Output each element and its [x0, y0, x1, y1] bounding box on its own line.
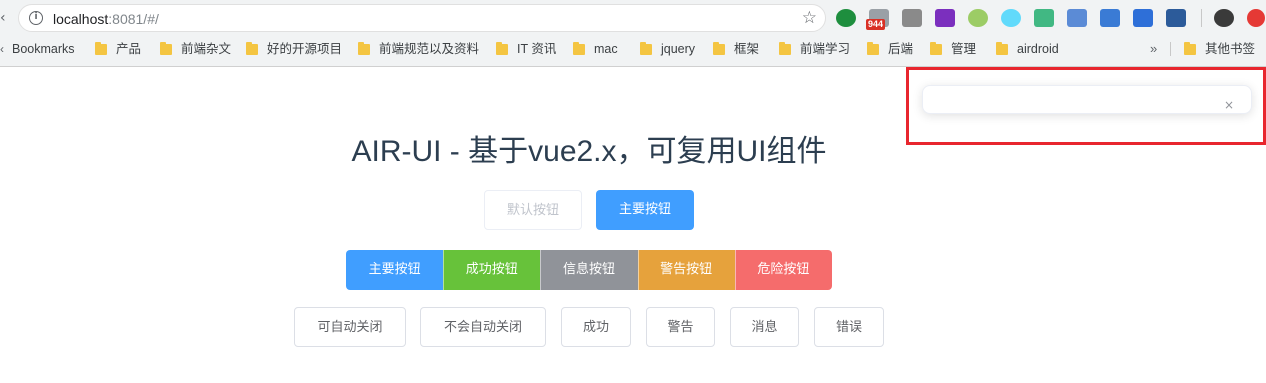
- group-divider: [734, 250, 736, 290]
- screen: ‹ i localhost:8081/#/ ☆ 944 ‹ Bookmarks 产品…: [0, 0, 1266, 383]
- bookmark-other[interactable]: 其他书签: [1184, 41, 1255, 57]
- primary-group-button[interactable]: 主要按钮: [346, 250, 444, 290]
- bookmark-label: 前端规范以及资料: [379, 42, 480, 56]
- folder-icon: [640, 41, 652, 55]
- back-arrow-icon[interactable]: ‹: [0, 9, 8, 27]
- folder-icon: [573, 41, 585, 55]
- extension-react-icon[interactable]: [1001, 9, 1021, 27]
- extensions-bar: 944: [836, 6, 1266, 30]
- bookmark-label: airdroid: [1017, 42, 1059, 56]
- close-icon[interactable]: ×: [1223, 99, 1235, 111]
- extension-abp-icon[interactable]: [902, 9, 922, 27]
- bookmark-item[interactable]: 框架: [713, 41, 759, 57]
- bookmark-label: 产品: [116, 42, 142, 56]
- bookmark-label: 框架: [734, 42, 760, 56]
- extension-vue-icon[interactable]: [1034, 9, 1054, 27]
- bookmark-label: 前端杂文: [181, 42, 232, 56]
- bookmark-label: 管理: [951, 42, 977, 56]
- bookmark-label: 好的开源项目: [267, 42, 343, 56]
- extension-image-icon[interactable]: [1067, 9, 1087, 27]
- extension-rp-icon[interactable]: [935, 9, 955, 27]
- url-text[interactable]: localhost:8081/#/: [53, 10, 159, 28]
- bookmark-item[interactable]: 产品: [95, 41, 141, 57]
- bookmark-item[interactable]: 前端学习: [779, 41, 850, 57]
- extension-green-circle-icon[interactable]: [968, 9, 988, 27]
- bookmark-item[interactable]: airdroid: [996, 41, 1059, 57]
- bookmark-star-icon[interactable]: ☆: [802, 8, 817, 28]
- url-path: :8081/#/: [108, 11, 159, 27]
- default-button[interactable]: 默认按钮: [484, 190, 582, 230]
- group-divider: [540, 250, 542, 290]
- more-bookmarks-icon[interactable]: »: [1150, 41, 1157, 57]
- apps-icon: ‹: [0, 42, 4, 56]
- folder-icon: [95, 41, 107, 55]
- danger-group-button[interactable]: 危险按钮: [734, 250, 832, 290]
- update-available-icon[interactable]: [1247, 9, 1265, 27]
- folder-icon: [496, 41, 508, 55]
- group-divider: [637, 250, 639, 290]
- profile-avatar-icon[interactable]: [1214, 9, 1234, 27]
- folder-icon: [996, 41, 1008, 55]
- primary-button[interactable]: 主要按钮: [596, 190, 694, 230]
- browser-toolbar: ‹ i localhost:8081/#/ ☆ 944 ‹ Bookmarks 产品…: [0, 0, 1266, 67]
- success-button[interactable]: 成功: [561, 307, 631, 347]
- folder-icon: [779, 41, 791, 55]
- folder-icon: [246, 41, 258, 55]
- bookmark-item[interactable]: ‹ Bookmarks: [0, 41, 75, 57]
- auto-close-button[interactable]: 可自动关闭: [294, 307, 406, 347]
- folder-icon: [358, 41, 370, 55]
- folder-icon: [160, 41, 172, 55]
- extension-edge-icon[interactable]: [1100, 9, 1120, 27]
- warning-group-button[interactable]: 警告按钮: [637, 250, 735, 290]
- address-bar[interactable]: i localhost:8081/#/ ☆: [18, 4, 826, 32]
- info-group-button[interactable]: 信息按钮: [540, 250, 638, 290]
- bookmark-item[interactable]: mac: [573, 41, 618, 57]
- success-group-button[interactable]: 成功按钮: [443, 250, 541, 290]
- bookmark-label: jquery: [661, 42, 696, 56]
- notification-popup: ×: [922, 85, 1252, 114]
- bookmarks-divider: [1170, 42, 1171, 56]
- bookmark-label: Bookmarks: [12, 42, 75, 56]
- folder-icon: [930, 41, 942, 55]
- group-divider: [443, 250, 445, 290]
- bookmark-item[interactable]: IT 资讯: [496, 41, 556, 57]
- extension-green-d-icon[interactable]: [836, 9, 856, 27]
- extension-globe-icon[interactable]: [1133, 9, 1153, 27]
- extension-mail-icon[interactable]: 944: [866, 9, 889, 30]
- bookmark-item[interactable]: jquery: [640, 41, 695, 57]
- bookmark-label: 后端: [888, 42, 914, 56]
- bookmark-item[interactable]: 好的开源项目: [246, 41, 342, 57]
- folder-icon: [867, 41, 879, 55]
- extension-square-icon[interactable]: [1166, 9, 1186, 27]
- bookmark-label: mac: [594, 42, 618, 56]
- bookmark-item[interactable]: 管理: [930, 41, 976, 57]
- site-info-icon[interactable]: i: [29, 11, 43, 25]
- bookmarks-bar: ‹ Bookmarks 产品 前端杂文 好的开源项目 前端规范以及资料 IT 资讯 mac jq…: [0, 38, 1266, 60]
- url-host: localhost: [53, 11, 109, 27]
- bookmark-item[interactable]: 前端规范以及资料: [358, 41, 479, 57]
- bookmark-label: 其他书签: [1205, 42, 1256, 56]
- message-button[interactable]: 消息: [730, 307, 799, 347]
- warning-button[interactable]: 警告: [646, 307, 715, 347]
- unread-badge: 944: [866, 19, 886, 30]
- folder-icon: [1184, 41, 1196, 55]
- bookmark-item[interactable]: 后端: [867, 41, 913, 57]
- bookmark-label: 前端学习: [800, 42, 851, 56]
- folder-icon: [713, 41, 725, 55]
- no-auto-close-button[interactable]: 不会自动关闭: [420, 307, 546, 347]
- bookmark-item[interactable]: 前端杂文: [160, 41, 231, 57]
- bookmark-label: IT 资讯: [517, 42, 557, 56]
- error-button[interactable]: 错误: [814, 307, 884, 347]
- toolbar-divider: [1201, 9, 1202, 27]
